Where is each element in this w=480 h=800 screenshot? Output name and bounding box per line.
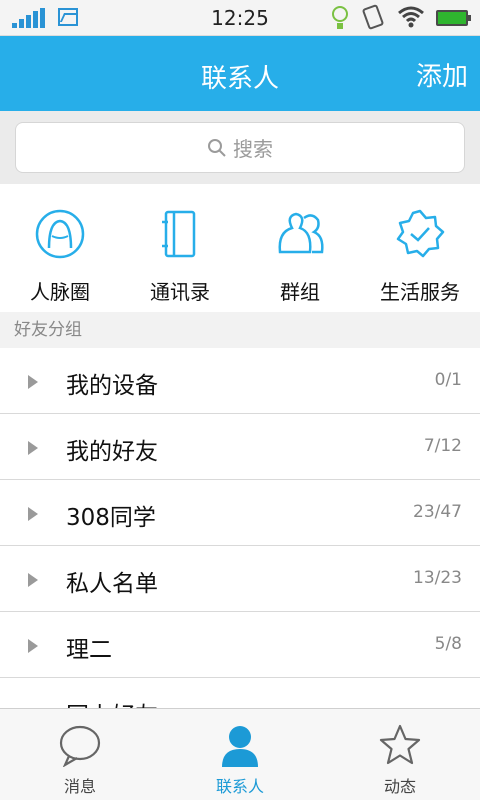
tab-contacts[interactable]: 联系人 xyxy=(160,709,320,800)
group-count: 5/8 xyxy=(434,634,462,654)
friend-group-row[interactable]: 308同学 23/47 xyxy=(0,480,480,546)
quick-action-label: 群组 xyxy=(280,280,320,304)
expand-arrow-icon xyxy=(28,639,38,653)
search-container: 搜索 xyxy=(0,111,480,184)
quick-action-label: 人脉圈 xyxy=(30,280,90,304)
group-name: 私人名单 xyxy=(66,571,158,597)
friend-group-row[interactable]: 我的好友 7/12 xyxy=(0,414,480,480)
group-count: 7/12 xyxy=(423,436,462,456)
group-name: 网上好友 xyxy=(66,696,158,708)
friend-groups-header: 好友分组 xyxy=(0,312,480,348)
group-count: 0/1 xyxy=(434,370,462,390)
battery-icon xyxy=(436,10,471,26)
add-button[interactable]: 添加 xyxy=(416,56,468,93)
bottom-tab-bar: 消息 联系人 动态 xyxy=(0,708,480,800)
tab-feed[interactable]: 动态 xyxy=(320,709,480,800)
page-title: 联系人 xyxy=(200,64,279,94)
quick-action-label: 通讯录 xyxy=(150,280,210,304)
quick-action-label: 生活服务 xyxy=(380,280,460,304)
search-input[interactable]: 搜索 xyxy=(15,122,465,173)
friend-group-list: 我的设备 0/1 我的好友 7/12 308同学 23/47 私人名单 13/2… xyxy=(0,348,480,708)
quick-actions: 人脉圈 通讯录 群组 生活服务 xyxy=(0,184,480,312)
expand-arrow-icon xyxy=(28,507,38,521)
expand-arrow-icon xyxy=(28,573,38,587)
search-placeholder: 搜索 xyxy=(233,137,273,161)
chat-bubble-icon xyxy=(59,725,101,768)
group-name: 308同学 xyxy=(66,505,156,531)
quick-action-contacts-circle[interactable]: 人脉圈 xyxy=(0,184,120,312)
group-count: 23/47 xyxy=(413,502,462,522)
title-bar: 联系人 添加 xyxy=(0,36,480,111)
tab-label: 联系人 xyxy=(215,777,264,796)
face-circle-icon xyxy=(35,209,85,259)
address-book-icon xyxy=(162,210,196,258)
friend-group-row[interactable]: 理二 5/8 xyxy=(0,612,480,678)
friend-group-row[interactable]: 我的设备 0/1 xyxy=(0,348,480,414)
bulb-icon xyxy=(332,6,348,29)
tab-label: 动态 xyxy=(383,777,416,796)
status-bar: 12:25 xyxy=(0,0,480,36)
tab-label: 消息 xyxy=(63,777,96,796)
group-name: 我的设备 xyxy=(66,373,158,399)
tab-messages[interactable]: 消息 xyxy=(0,709,160,800)
quick-action-address-book[interactable]: 通讯录 xyxy=(120,184,240,312)
friend-group-row[interactable]: 私人名单 13/23 xyxy=(0,546,480,612)
group-name: 我的好友 xyxy=(66,439,158,465)
person-icon xyxy=(222,726,258,767)
group-name: 理二 xyxy=(66,637,112,663)
friend-group-row[interactable]: 网上好友 xyxy=(0,678,480,708)
quick-action-life-services[interactable]: 生活服务 xyxy=(360,184,480,312)
service-badge-icon xyxy=(396,209,445,258)
wifi-icon xyxy=(398,6,424,28)
group-count: 13/23 xyxy=(413,568,462,588)
star-icon xyxy=(379,724,421,765)
group-icon xyxy=(278,212,324,254)
expand-arrow-icon xyxy=(28,441,38,455)
quick-action-groups[interactable]: 群组 xyxy=(240,184,360,312)
search-icon xyxy=(208,138,226,157)
expand-arrow-icon xyxy=(28,375,38,389)
